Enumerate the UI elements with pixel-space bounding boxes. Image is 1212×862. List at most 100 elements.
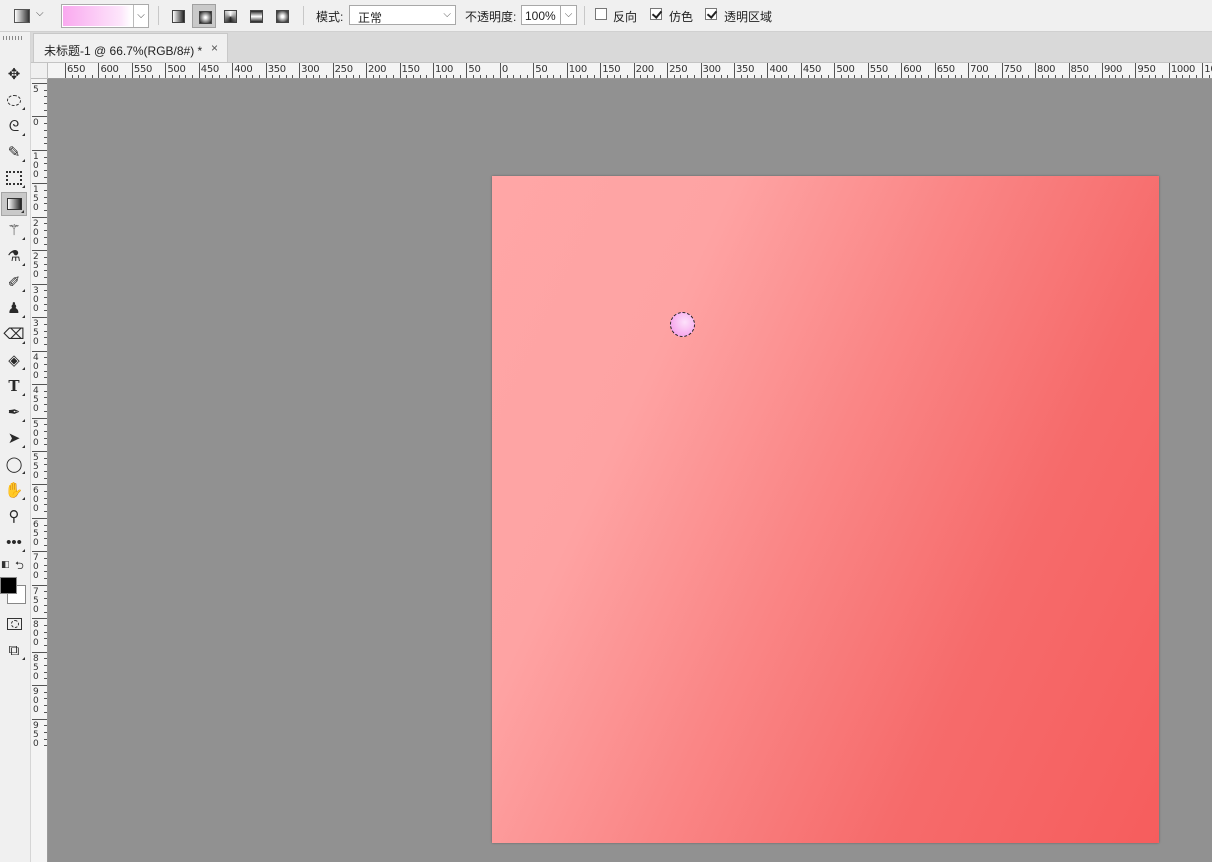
angle-gradient-icon xyxy=(224,10,237,23)
pen-tool[interactable]: ✒ xyxy=(1,400,27,424)
ruler-minor-tick xyxy=(1115,75,1117,78)
ruler-minor-tick xyxy=(653,75,655,78)
ruler-minor-tick xyxy=(887,75,889,78)
circle-selection[interactable] xyxy=(670,312,695,337)
canvas-workspace[interactable] xyxy=(48,79,1212,862)
eyedropper-tool[interactable]: ⚗ xyxy=(1,244,27,268)
ruler-minor-tick xyxy=(1088,75,1090,78)
path-selection-tool[interactable]: ➤ xyxy=(1,426,27,450)
dither-checkbox[interactable] xyxy=(650,8,662,20)
swap-colors-icon[interactable]: ⮌ xyxy=(15,557,24,576)
type-tool[interactable]: T xyxy=(1,374,27,398)
ruler-minor-tick xyxy=(359,75,361,78)
move-tool[interactable]: ✥ xyxy=(1,62,27,86)
tool-preset-picker[interactable]: ⌵ xyxy=(8,5,48,25)
angle-gradient-button[interactable] xyxy=(218,4,242,28)
ellipse-tool[interactable]: ◯ xyxy=(1,452,27,476)
ruler-minor-tick xyxy=(473,75,475,78)
quick-mask-button[interactable] xyxy=(1,612,27,636)
brush-tool[interactable]: ✐ xyxy=(1,270,27,294)
ruler-minor-tick xyxy=(172,75,174,78)
frame-tool[interactable] xyxy=(1,166,27,190)
quick-selection-tool[interactable]: ✎ xyxy=(1,140,27,164)
ruler-label: 550 xyxy=(869,64,888,75)
ruler-minor-tick xyxy=(727,75,729,78)
ruler-major-tick xyxy=(901,63,903,78)
ruler-minor-tick xyxy=(118,75,120,78)
transparency-checkbox[interactable] xyxy=(705,8,717,20)
radial-gradient-button[interactable] xyxy=(192,4,216,28)
ruler-label: 0 xyxy=(501,64,508,75)
reverse-checkbox[interactable] xyxy=(595,8,607,20)
ruler-major-tick xyxy=(366,63,368,78)
ruler-minor-tick xyxy=(212,75,214,78)
foreground-color-swatch[interactable] xyxy=(0,577,17,594)
ruler-minor-tick xyxy=(225,75,227,78)
eraser-tool[interactable]: ⌫ xyxy=(1,322,27,346)
ruler-minor-tick xyxy=(981,75,983,78)
diamond-gradient-button[interactable] xyxy=(270,4,294,28)
ruler-major-tick xyxy=(1035,63,1037,78)
close-icon[interactable]: × xyxy=(211,41,218,55)
ruler-origin[interactable] xyxy=(31,63,48,79)
ruler-minor-tick xyxy=(44,464,47,466)
zoom-tool[interactable]: ⚲ xyxy=(1,504,27,528)
ruler-minor-tick xyxy=(259,75,260,78)
ruler-minor-tick xyxy=(44,711,47,713)
ruler-minor-tick xyxy=(44,457,47,459)
opacity-dropdown-button[interactable]: ⌵ xyxy=(560,5,577,25)
ruler-major-tick xyxy=(32,183,47,185)
gradient-preview[interactable] xyxy=(63,6,131,26)
blend-mode-select[interactable]: 正常 ⌵ xyxy=(349,5,456,25)
chevron-down-icon[interactable]: ⌵ xyxy=(133,5,148,27)
gradient-tool[interactable] xyxy=(1,192,27,216)
ruler-minor-tick xyxy=(44,136,47,138)
zoom-icon: ⚲ xyxy=(8,508,20,525)
paint-bucket-tool[interactable]: ◈ xyxy=(1,348,27,372)
panel-grip[interactable] xyxy=(3,36,23,40)
ruler-minor-tick xyxy=(707,75,709,78)
screen-mode-button[interactable]: ⧉ xyxy=(1,638,27,662)
default-colors-icon[interactable]: ◧ xyxy=(1,559,10,570)
ruler-minor-tick xyxy=(854,75,856,78)
ruler-major-tick xyxy=(800,63,802,78)
ruler-minor-tick xyxy=(44,725,47,727)
stamp-icon: ♟ xyxy=(7,300,21,317)
ruler-minor-tick xyxy=(841,75,843,78)
ruler-minor-tick xyxy=(158,75,160,78)
lasso-tool[interactable]: ᘓ xyxy=(1,114,27,138)
ruler-minor-tick xyxy=(546,75,548,78)
gradient-icon xyxy=(6,198,22,210)
ruler-minor-tick xyxy=(948,75,950,78)
diamond-gradient-icon xyxy=(276,10,289,23)
ruler-minor-tick xyxy=(941,75,943,78)
magic-wand-tool[interactable]: ⚚ xyxy=(1,218,27,242)
opacity-input[interactable]: 100% xyxy=(521,5,561,25)
document-tab[interactable]: 未标题-1 @ 66.7%(RGB/8#) * × xyxy=(33,33,228,62)
magic-wand-icon: ⚚ xyxy=(7,222,21,239)
paint-bucket-icon: ◈ xyxy=(8,352,20,369)
ruler-minor-tick xyxy=(44,497,47,499)
ellipse-icon: ◯ xyxy=(5,456,23,473)
gradient-editor-swatch[interactable]: ⌵ xyxy=(61,4,149,28)
hand-tool[interactable]: ✋ xyxy=(1,478,27,502)
ruler-major-tick xyxy=(1135,63,1137,78)
vertical-ruler[interactable]: 5 0 100 150 200 250 300 350 400 450 500 550 600 650 70… xyxy=(31,79,48,862)
ruler-minor-tick xyxy=(44,611,47,613)
ruler-label: 750 xyxy=(1003,64,1022,75)
ruler-minor-tick xyxy=(493,75,495,78)
ruler-minor-tick xyxy=(620,75,622,78)
ruler-minor-tick xyxy=(44,437,47,439)
clone-stamp-tool[interactable]: ♟ xyxy=(1,296,27,320)
more-tools-button[interactable]: ••• xyxy=(1,530,27,554)
reverse-label: 反向 xyxy=(613,10,638,24)
reflected-gradient-button[interactable] xyxy=(244,4,268,28)
ruler-minor-tick xyxy=(506,75,508,78)
elliptical-marquee-tool[interactable] xyxy=(1,88,27,112)
horizontal-ruler[interactable]: 650 600 550 500 450 400 350 300 250 200 150 100 50 0 5… xyxy=(48,63,1212,79)
document-canvas[interactable] xyxy=(492,176,1159,843)
ruler-minor-tick xyxy=(78,75,80,78)
ruler-label: 650 xyxy=(936,64,955,75)
linear-gradient-button[interactable] xyxy=(166,4,190,28)
ruler-major-tick xyxy=(32,484,47,486)
